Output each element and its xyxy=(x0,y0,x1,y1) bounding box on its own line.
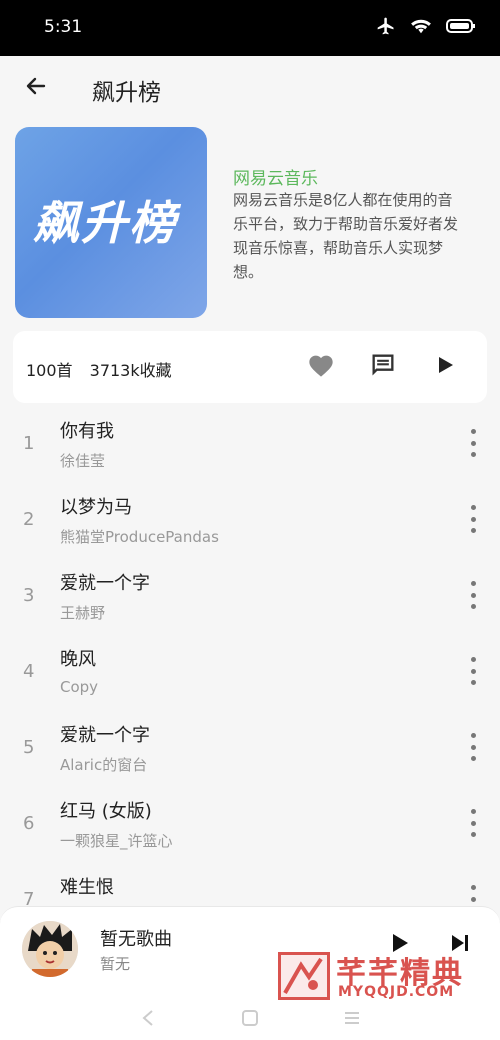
more-vert-icon[interactable] xyxy=(466,733,480,761)
more-vert-icon[interactable] xyxy=(466,429,480,457)
cover-text: 飙升榜 xyxy=(33,196,177,250)
song-index: 6 xyxy=(23,813,35,834)
song-row[interactable]: 2 以梦为马 熊猫堂ProducePandas xyxy=(0,481,500,557)
song-title: 难生恨 xyxy=(60,877,114,898)
song-index: 4 xyxy=(23,661,35,682)
favorite-count: 3713k收藏 xyxy=(89,361,172,380)
playlist-creator[interactable]: 网易云音乐 xyxy=(233,164,318,189)
watermark-logo xyxy=(278,952,330,1000)
comment-icon xyxy=(369,351,397,383)
song-index: 2 xyxy=(23,509,35,530)
battery-icon xyxy=(446,18,476,38)
header: 飙升榜 xyxy=(0,56,500,120)
page-title: 飙升榜 xyxy=(92,80,161,106)
nav-menu-icon[interactable] xyxy=(338,1004,366,1032)
comment-button[interactable] xyxy=(365,349,401,385)
song-artist: 一颗狼星_许篮心 xyxy=(60,832,173,850)
airplane-icon xyxy=(376,16,396,40)
song-index: 5 xyxy=(23,737,35,758)
more-vert-icon[interactable] xyxy=(466,581,480,609)
song-index: 1 xyxy=(23,433,35,454)
song-title: 晚风 xyxy=(60,649,96,670)
stats-card: 100首 3713k收藏 xyxy=(13,331,487,403)
song-row[interactable]: 1 你有我 徐佳莹 xyxy=(0,405,500,481)
song-artist: Alaric的窗台 xyxy=(60,756,148,774)
back-button[interactable] xyxy=(18,70,54,106)
song-title: 以梦为马 xyxy=(60,497,132,518)
heart-icon xyxy=(307,352,335,382)
avatar xyxy=(22,921,78,977)
song-title: 红马 (女版) xyxy=(60,801,152,822)
play-icon xyxy=(435,355,455,379)
nav-home-icon[interactable] xyxy=(236,1004,264,1032)
more-vert-icon[interactable] xyxy=(466,505,480,533)
more-vert-icon[interactable] xyxy=(466,809,480,837)
song-row[interactable]: 4 晚风 Copy xyxy=(0,633,500,709)
system-nav-bar xyxy=(0,996,500,1040)
song-artist: 王赫野 xyxy=(60,604,106,622)
song-title: 你有我 xyxy=(60,421,114,442)
song-index: 3 xyxy=(23,585,35,606)
back-arrow-icon xyxy=(24,74,48,102)
nav-back-icon[interactable] xyxy=(134,1004,162,1032)
player-title: 暂无歌曲 xyxy=(100,929,172,950)
song-artist: Copy xyxy=(60,678,99,696)
song-title: 爱就一个字 xyxy=(60,725,150,746)
favorite-button[interactable] xyxy=(303,349,339,385)
song-row[interactable]: 3 爱就一个字 王赫野 xyxy=(0,557,500,633)
stats-text: 100首 3713k收藏 xyxy=(26,357,184,381)
song-row[interactable]: 6 红马 (女版) 一颗狼星_许篮心 xyxy=(0,785,500,861)
more-vert-icon[interactable] xyxy=(466,657,480,685)
play-all-button[interactable] xyxy=(427,349,463,385)
playlist-cover: 飙升榜 xyxy=(15,127,207,318)
status-time: 5:31 xyxy=(44,17,83,37)
song-row[interactable]: 5 爱就一个字 Alaric的窗台 xyxy=(0,709,500,785)
player-artist: 暂无 xyxy=(100,955,131,973)
status-icons xyxy=(376,16,476,40)
song-artist: 熊猫堂ProducePandas xyxy=(60,528,219,546)
status-bar: 5:31 xyxy=(0,0,500,56)
playlist-description: 网易云音乐是8亿人都在使用的音乐平台，致力于帮助音乐爱好者发现音乐惊喜，帮助音乐… xyxy=(233,191,459,281)
song-artist: 徐佳莹 xyxy=(60,452,106,470)
song-count: 100首 xyxy=(26,361,73,380)
song-title: 爱就一个字 xyxy=(60,573,150,594)
wifi-icon xyxy=(410,17,432,39)
